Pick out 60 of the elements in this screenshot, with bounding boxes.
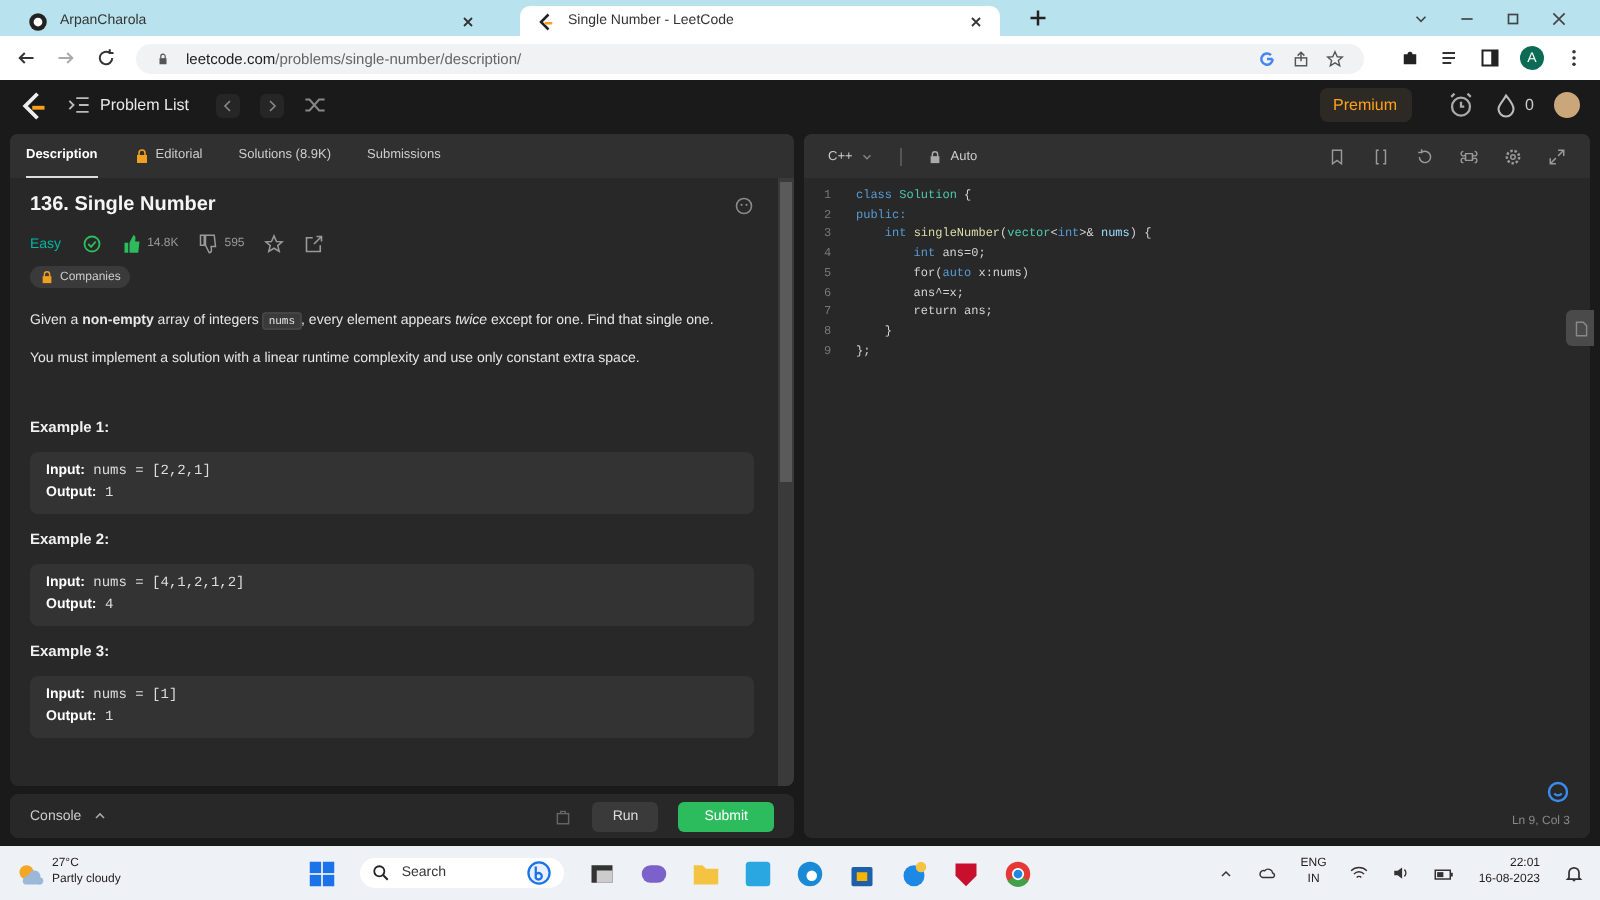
search-icon xyxy=(371,864,390,882)
star-icon[interactable] xyxy=(264,234,285,254)
share-icon[interactable] xyxy=(304,234,325,254)
user-avatar[interactable] xyxy=(1554,92,1580,118)
alarm-clock-icon[interactable] xyxy=(1447,92,1474,118)
previous-button[interactable] xyxy=(216,93,241,117)
back-icon[interactable] xyxy=(16,48,36,68)
thumbs-up-icon xyxy=(121,234,142,254)
thumbs-down-icon xyxy=(198,234,219,254)
sidebar-icon[interactable] xyxy=(1480,48,1500,68)
start-icon[interactable] xyxy=(307,859,336,887)
close-icon[interactable] xyxy=(968,13,984,29)
premium-button[interactable]: Premium xyxy=(1319,88,1412,122)
problem-title: 136. Single Number xyxy=(30,194,216,216)
scrollbar[interactable] xyxy=(778,178,794,786)
expand-icon[interactable] xyxy=(1548,147,1566,165)
shield-icon[interactable] xyxy=(951,859,980,887)
volume-icon[interactable] xyxy=(1392,864,1411,882)
new-tab-icon[interactable] xyxy=(1028,8,1048,28)
caret-icon xyxy=(91,808,108,824)
reload-icon[interactable] xyxy=(96,48,116,68)
lock-icon xyxy=(928,149,943,163)
chat-bubble-icon xyxy=(525,860,552,886)
chevron-left-icon xyxy=(220,97,237,113)
task-view-icon[interactable] xyxy=(587,859,616,887)
globe-icon[interactable] xyxy=(899,859,928,887)
chevron-right-icon xyxy=(264,97,281,113)
command-icon[interactable] xyxy=(1460,147,1478,165)
site-logo-icon xyxy=(536,11,556,31)
problem-list-link[interactable]: Problem List xyxy=(68,94,189,116)
bell-icon[interactable] xyxy=(1564,863,1585,883)
bookmark-icon[interactable] xyxy=(1328,147,1346,165)
chat-icon[interactable] xyxy=(1546,780,1570,804)
settings-icon[interactable] xyxy=(1504,147,1522,165)
lock-icon xyxy=(40,270,54,284)
caret-icon[interactable] xyxy=(1218,865,1235,881)
lock-icon xyxy=(156,51,170,65)
reset-icon[interactable] xyxy=(1416,147,1434,165)
close-icon[interactable] xyxy=(1550,9,1568,27)
app-tile-icon[interactable] xyxy=(743,859,772,887)
maximize-icon[interactable] xyxy=(1504,9,1522,27)
shuffle-icon[interactable] xyxy=(304,94,327,116)
list-icon[interactable] xyxy=(1440,48,1460,68)
check-circle-icon xyxy=(81,234,102,254)
next-button[interactable] xyxy=(260,93,285,117)
list-icon xyxy=(68,94,90,116)
braces-icon[interactable] xyxy=(1372,147,1390,165)
streak-counter[interactable]: 0 xyxy=(1493,93,1534,117)
chrome-icon[interactable] xyxy=(1003,859,1032,887)
note-icon xyxy=(1571,319,1589,337)
star-icon[interactable] xyxy=(1326,49,1344,67)
notes-tab[interactable] xyxy=(1566,310,1594,346)
chevron-icon xyxy=(860,149,875,163)
g-logo-icon[interactable] xyxy=(1258,49,1276,67)
wifi-icon[interactable] xyxy=(1350,864,1369,882)
browser-icon[interactable] xyxy=(795,859,824,887)
site-logo-icon[interactable] xyxy=(20,91,48,119)
smiley-icon[interactable] xyxy=(734,195,754,215)
share-icon[interactable] xyxy=(1292,49,1310,67)
close-icon[interactable] xyxy=(460,13,476,29)
